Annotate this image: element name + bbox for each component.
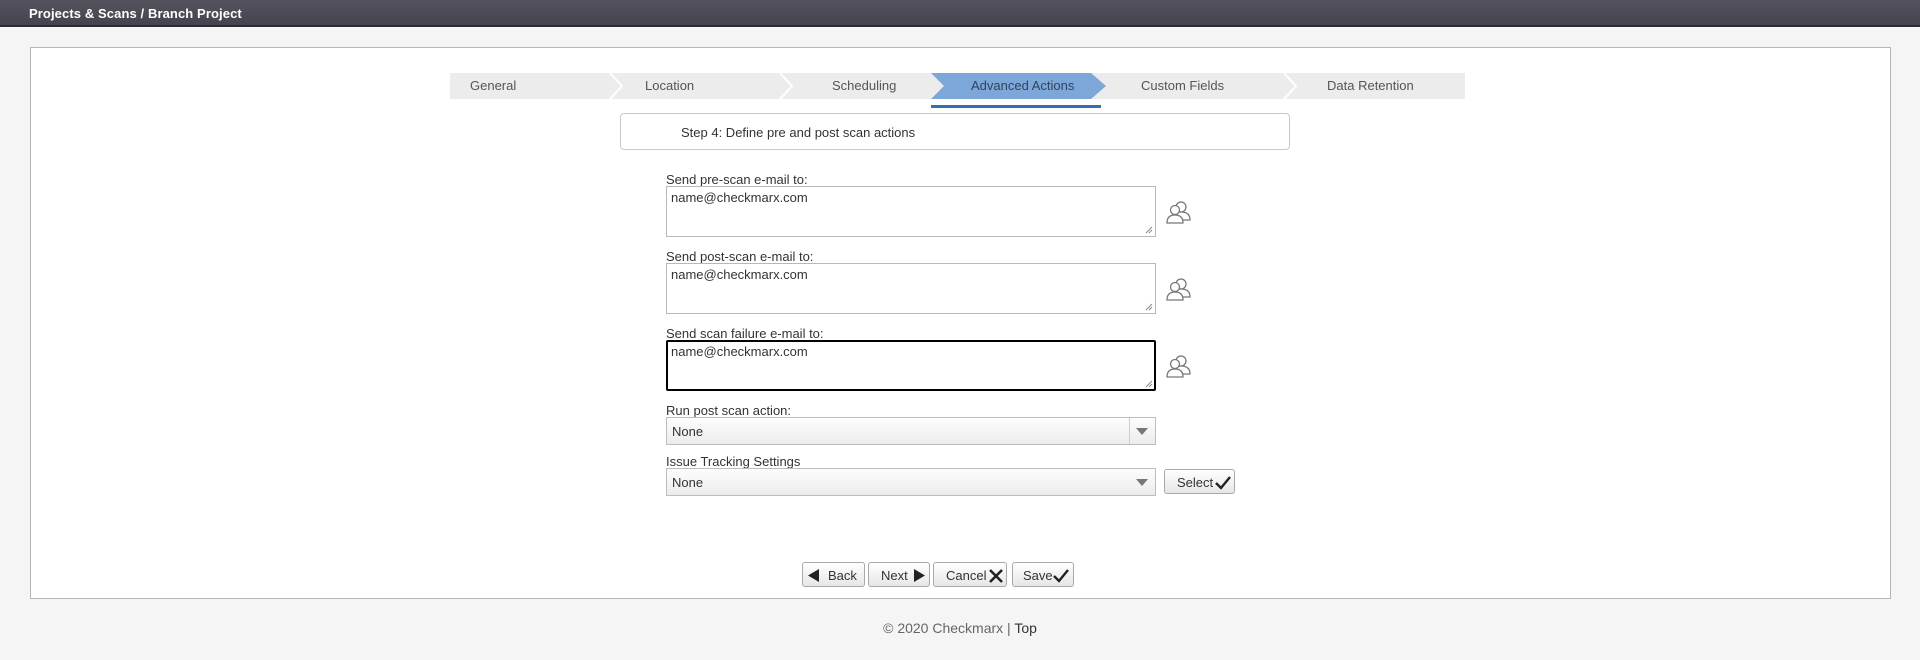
pre-scan-email-label: Send pre-scan e-mail to: bbox=[666, 172, 808, 187]
step-title: Step 4: Define pre and post scan actions bbox=[681, 125, 916, 140]
top-bar: Projects & Scans / Branch Project bbox=[0, 0, 1920, 27]
failure-email-label: Send scan failure e-mail to: bbox=[666, 326, 824, 341]
cancel-button[interactable]: Cancel bbox=[933, 562, 1007, 587]
user-picker-icon[interactable] bbox=[1165, 353, 1193, 379]
select-value: None bbox=[672, 475, 704, 490]
post-scan-action-label: Run post scan action: bbox=[666, 403, 792, 418]
failure-email-field[interactable]: name@checkmarx.com bbox=[666, 340, 1156, 391]
resize-grip-icon[interactable] bbox=[1145, 380, 1153, 388]
next-button[interactable]: Next bbox=[868, 562, 930, 587]
tab-location[interactable]: Location bbox=[620, 73, 785, 99]
button-label: Next bbox=[881, 568, 908, 583]
button-label: Save bbox=[1023, 568, 1053, 583]
tab-label: Data Retention bbox=[1327, 78, 1414, 93]
tab-label: Advanced Actions bbox=[971, 78, 1075, 93]
button-label: Back bbox=[828, 568, 857, 583]
post-scan-action-select[interactable]: None bbox=[666, 417, 1156, 445]
tab-custom-fields[interactable]: Custom Fields bbox=[1110, 73, 1285, 99]
active-tab-underline bbox=[931, 105, 1101, 108]
copyright-text: © 2020 Checkmarx | bbox=[883, 620, 1011, 636]
tab-scheduling[interactable]: Scheduling bbox=[790, 73, 940, 99]
chevron-down-icon bbox=[1136, 428, 1148, 435]
save-button[interactable]: Save bbox=[1012, 562, 1074, 587]
checkmark-icon bbox=[1215, 476, 1231, 490]
back-button[interactable]: Back bbox=[802, 562, 865, 587]
close-icon bbox=[989, 569, 1003, 583]
pre-scan-email-field[interactable]: name@checkmarx.com bbox=[666, 186, 1156, 237]
user-picker-icon[interactable] bbox=[1165, 276, 1193, 302]
user-picker-icon[interactable] bbox=[1165, 199, 1193, 225]
post-scan-email-field[interactable]: name@checkmarx.com bbox=[666, 263, 1156, 314]
tab-advanced-actions[interactable]: Advanced Actions bbox=[931, 73, 1106, 99]
footer: © 2020 Checkmarx | Top bbox=[0, 620, 1920, 636]
resize-grip-icon[interactable] bbox=[1145, 303, 1153, 311]
post-scan-email-label: Send post-scan e-mail to: bbox=[666, 249, 814, 264]
tab-general[interactable]: General bbox=[450, 73, 615, 99]
button-label: Select bbox=[1177, 475, 1214, 490]
top-link[interactable]: Top bbox=[1014, 620, 1037, 636]
tab-label: Custom Fields bbox=[1141, 78, 1225, 93]
checkmark-icon bbox=[1053, 569, 1069, 583]
wizard-steps: General Location Scheduling Advanced Act… bbox=[450, 73, 1465, 99]
step-heading-box: Step 4: Define pre and post scan actions bbox=[620, 113, 1290, 150]
tab-label: Scheduling bbox=[832, 78, 897, 93]
tab-label: General bbox=[470, 78, 517, 93]
issue-tracking-select[interactable]: None bbox=[666, 468, 1156, 496]
tab-label: Location bbox=[645, 78, 695, 93]
button-label: Cancel bbox=[946, 568, 987, 583]
resize-grip-icon[interactable] bbox=[1145, 226, 1153, 234]
select-value: None bbox=[672, 424, 704, 439]
issue-tracking-select-button[interactable]: Select bbox=[1164, 469, 1235, 494]
arrow-right-icon bbox=[914, 569, 925, 582]
chevron-down-icon bbox=[1136, 479, 1148, 486]
tab-data-retention[interactable]: Data Retention bbox=[1295, 73, 1465, 99]
issue-tracking-label: Issue Tracking Settings bbox=[666, 454, 801, 469]
breadcrumb: Projects & Scans / Branch Project bbox=[29, 6, 242, 21]
arrow-left-icon bbox=[808, 569, 819, 582]
